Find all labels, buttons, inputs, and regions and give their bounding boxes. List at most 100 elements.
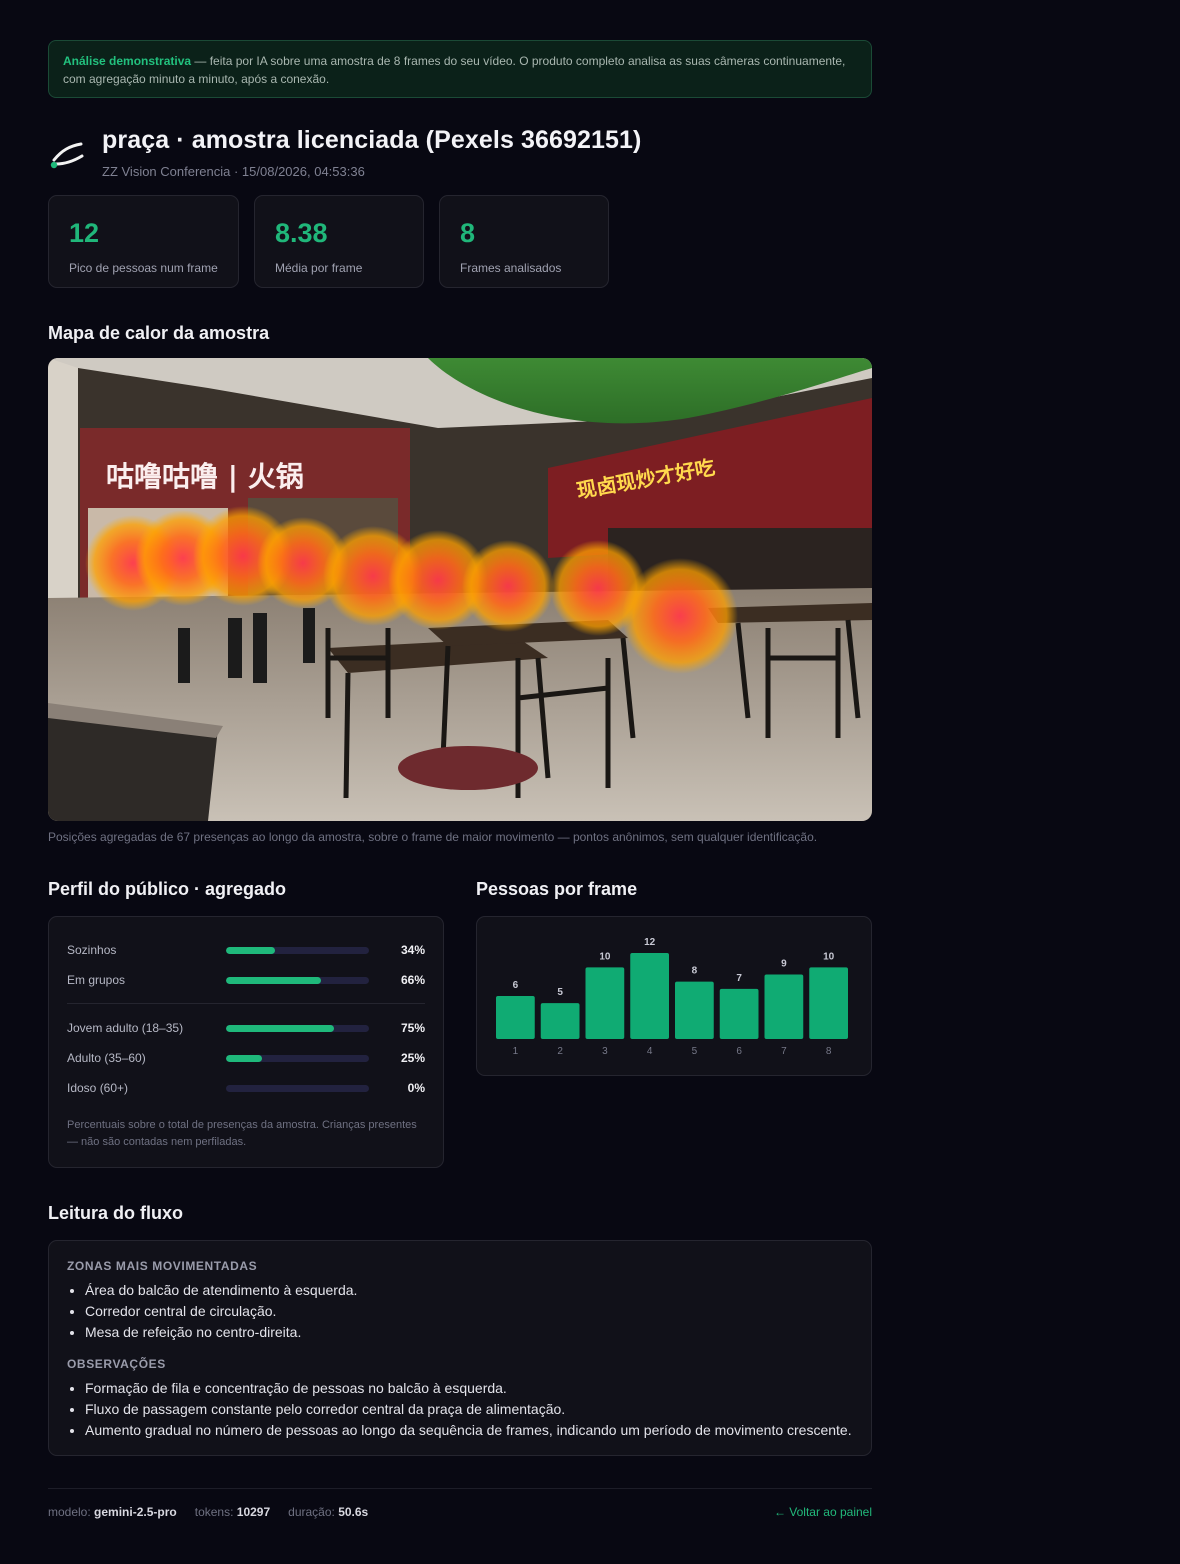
profile-and-chart-row: Perfil do público · agregado Sozinhos 34…: [48, 879, 872, 1168]
profile-bar-fill: [226, 976, 321, 984]
profile-row: Sozinhos 34%: [67, 935, 425, 965]
stat-card-frames: 8 Frames analisados: [439, 195, 609, 288]
bar-frame-3: [585, 967, 625, 1039]
observations-list: Formação de fila e concentração de pesso…: [85, 1378, 853, 1441]
stat-label: Pico de pessoas num frame: [69, 261, 218, 275]
bar-frame-2: [540, 1003, 580, 1039]
profile-row: Jovem adulto (18–35) 75%: [67, 1013, 425, 1043]
bar-frame-5: [675, 981, 714, 1039]
profile-bar: [226, 946, 370, 954]
back-to-dashboard-link[interactable]: ← Voltar ao painel: [774, 1505, 872, 1519]
people-per-frame-chart: 6 1 5 2 10 3 12 4 8 5 7 6 9 7 10 8: [476, 916, 872, 1076]
bar-value-label: 5: [557, 987, 563, 998]
list-item: Formação de fila e concentração de pesso…: [85, 1378, 853, 1399]
profile-note: Percentuais sobre o total de presenças d…: [67, 1119, 417, 1148]
profile-label: Sozinhos: [67, 943, 117, 957]
profile-bar-fill: [226, 1024, 334, 1032]
profile-group-1: Sozinhos 34% Em grupos 66%: [67, 935, 425, 995]
bar-value-label: 7: [736, 973, 742, 984]
bar-value-label: 6: [513, 980, 519, 991]
x-tick-label: 3: [602, 1046, 608, 1057]
x-tick-label: 4: [647, 1046, 653, 1057]
stat-label: Média por frame: [275, 261, 363, 275]
flow-section: Leitura do fluxo ZONAS MAIS MOVIMENTADAS…: [48, 1203, 872, 1456]
stat-value: 8: [460, 218, 476, 248]
profile-bar: [226, 1054, 370, 1062]
sign-left: 咕噜咕噜 | 火锅: [106, 460, 304, 493]
profile-label: Adulto (35–60): [67, 1051, 146, 1065]
profile-bar: [226, 1084, 370, 1092]
bar-frame-1: [496, 996, 535, 1039]
model-label: modelo:: [48, 1504, 91, 1519]
stat-label: Frames analisados: [460, 261, 562, 275]
chart-section: Pessoas por frame 6 1 5 2 10 3 12 4 8 5 7 6 9 7 10 8: [476, 879, 872, 1168]
bar-value-label: 10: [599, 951, 611, 962]
profile-card: Sozinhos 34% Em grupos 66% Jovem adulto …: [48, 916, 444, 1168]
page-header: praça · amostra licenciada (Pexels 36692…: [48, 126, 872, 184]
profile-value: 75%: [400, 1021, 425, 1035]
stats-row: 12 Pico de pessoas num frame 8.38 Média …: [48, 195, 872, 288]
profile-group-2: Jovem adulto (18–35) 75% Adulto (35–60) …: [67, 1013, 425, 1103]
chart-title: Pessoas por frame: [476, 879, 638, 899]
heatmap-section: Mapa de calor da amostra 咕噜咕噜 | 火锅 现卤现炒才…: [48, 323, 872, 844]
zones-title: ZONAS MAIS MOVIMENTADAS: [67, 1259, 258, 1273]
stat-card-peak: 12 Pico de pessoas num frame: [48, 195, 239, 288]
list-item: Corredor central de circulação.: [85, 1301, 853, 1322]
profile-label: Idoso (60+): [67, 1081, 129, 1095]
demo-banner: Análise demonstrativa — feita por IA sob…: [48, 40, 872, 98]
x-tick-label: 6: [736, 1046, 742, 1057]
model-meta: modelo: gemini-2.5-pro: [48, 1505, 177, 1519]
divider: [67, 1003, 425, 1004]
profile-section: Perfil do público · agregado Sozinhos 34…: [48, 879, 444, 1168]
stat-value: 12: [69, 218, 100, 248]
page-title: praça · amostra licenciada (Pexels 36692…: [102, 126, 642, 154]
profile-bar-fill: [226, 1054, 262, 1062]
stat-card-average: 8.38 Média por frame: [254, 195, 424, 288]
page-subtitle: ZZ Vision Conferencia · 15/08/2026, 04:5…: [102, 164, 365, 179]
bar-frame-4: [630, 953, 669, 1039]
heatmap-title: Mapa de calor da amostra: [48, 323, 270, 343]
list-item: Aumento gradual no número de pessoas ao …: [85, 1420, 853, 1441]
banner-highlight: Análise demonstrativa: [63, 54, 192, 68]
profile-value: 0%: [407, 1081, 425, 1095]
tokens-meta: tokens: 10297: [195, 1505, 270, 1519]
bar-frame-6: [719, 988, 759, 1039]
flow-card: ZONAS MAIS MOVIMENTADAS Área do balcão d…: [48, 1240, 872, 1456]
profile-row: Idoso (60+) 0%: [67, 1073, 425, 1103]
profile-label: Jovem adulto (18–35): [67, 1021, 184, 1035]
x-tick-label: 5: [692, 1046, 698, 1057]
x-tick-label: 8: [826, 1046, 832, 1057]
profile-title: Perfil do público · agregado: [48, 879, 287, 899]
bar-frame-7: [764, 974, 804, 1039]
heatmap-caption: Posições agregadas de 67 presenças ao lo…: [48, 830, 818, 844]
profile-label: Em grupos: [67, 973, 126, 987]
profile-bar: [226, 1024, 370, 1032]
duration-meta: duração: 50.6s: [288, 1505, 368, 1519]
profile-value: 25%: [400, 1051, 425, 1065]
heatmap-scene: 咕噜咕噜 | 火锅 现卤现炒才好吃: [48, 358, 872, 821]
bar-chart-svg: 6 1 5 2 10 3 12 4 8 5 7 6 9 7 10 8: [496, 937, 848, 1057]
duration-label: duração:: [288, 1504, 335, 1519]
tokens-value: 10297: [236, 1504, 271, 1519]
stat-value: 8.38: [275, 218, 328, 248]
run-meta: modelo: gemini-2.5-pro tokens: 10297 dur…: [48, 1505, 368, 1519]
list-item: Fluxo de passagem constante pelo corredo…: [85, 1399, 853, 1420]
flow-title: Leitura do fluxo: [48, 1203, 183, 1223]
list-item: Mesa de refeição no centro-direita.: [85, 1322, 853, 1343]
duration-value: 50.6s: [338, 1504, 369, 1519]
page: Análise demonstrativa — feita por IA sob…: [48, 40, 872, 1534]
profile-value: 66%: [400, 973, 425, 987]
list-item: Área do balcão de atendimento à esquerda…: [85, 1280, 853, 1301]
profile-row: Adulto (35–60) 25%: [67, 1043, 425, 1073]
bar-value-label: 8: [692, 966, 698, 977]
brand-logo-icon: [50, 142, 84, 169]
x-tick-label: 7: [781, 1046, 787, 1057]
heatmap-image: 咕噜咕噜 | 火锅 现卤现炒才好吃: [48, 358, 872, 821]
tokens-label: tokens:: [194, 1504, 234, 1519]
x-tick-label: 2: [557, 1046, 563, 1057]
x-tick-label: 1: [513, 1046, 519, 1057]
profile-row: Em grupos 66%: [67, 965, 425, 995]
zones-list: Área do balcão de atendimento à esquerda…: [85, 1280, 853, 1343]
model-value: gemini-2.5-pro: [94, 1504, 177, 1519]
profile-value: 34%: [400, 943, 425, 957]
